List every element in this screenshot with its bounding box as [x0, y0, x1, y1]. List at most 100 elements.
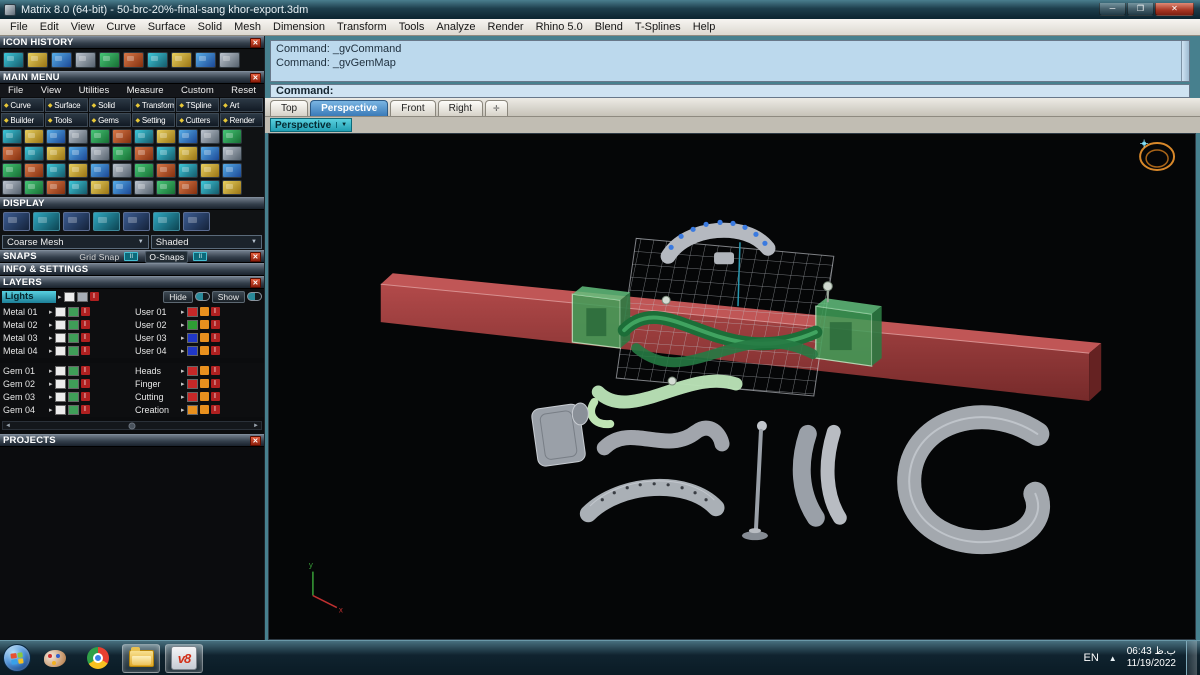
expand-arrow-icon[interactable]: ▸ [49, 406, 53, 414]
toolbar-icon[interactable] [68, 146, 88, 161]
toolbar-icon[interactable] [156, 180, 176, 195]
layer-color-swatch[interactable] [186, 319, 198, 330]
toolbar-icon[interactable] [24, 129, 44, 144]
toolbar-icon[interactable] [24, 146, 44, 161]
taskbar-matrix[interactable]: v8 [165, 643, 203, 673]
start-button[interactable] [3, 644, 31, 672]
layer-row[interactable]: User 04 ▸ I [132, 344, 264, 357]
toolbar-icon[interactable] [134, 146, 154, 161]
layer-material-swatch[interactable] [67, 345, 79, 356]
back-arrow-icon[interactable] [195, 52, 216, 68]
mm-curve[interactable]: ◆ Curve [1, 98, 44, 112]
layer-flag-badge[interactable] [199, 346, 209, 355]
layer-info-badge[interactable]: I [210, 366, 220, 375]
mesh-mode-select[interactable]: Coarse Mesh ▼ [2, 235, 149, 249]
layer-flag-badge[interactable] [199, 379, 209, 388]
menu-tools[interactable]: Tools [393, 21, 431, 33]
history-tool-icon[interactable] [27, 52, 48, 68]
layer-material-swatch[interactable] [67, 319, 79, 330]
layer-info-badge[interactable]: I [80, 392, 90, 401]
command-input[interactable]: Command: [270, 84, 1190, 98]
expand-arrow-icon[interactable]: ▸ [49, 334, 53, 342]
layer-row[interactable]: Cutting ▸ I [132, 390, 264, 403]
toolbar-icon[interactable] [134, 180, 154, 195]
toolbar-icon[interactable] [90, 129, 110, 144]
expand-arrow-icon[interactable]: ▸ [181, 334, 185, 342]
layer-material-swatch[interactable] [76, 291, 88, 302]
expand-arrow-icon[interactable]: ▸ [49, 380, 53, 388]
mm-solid[interactable]: ◆ Solid [88, 98, 132, 112]
layer-color-swatch[interactable] [186, 345, 198, 356]
layer-material-swatch[interactable] [67, 391, 79, 402]
layer-flag-badge[interactable] [199, 392, 209, 401]
layer-material-swatch[interactable] [67, 332, 79, 343]
toolbar-icon[interactable] [134, 163, 154, 178]
layer-info-badge[interactable]: I [210, 333, 220, 342]
toolbar-icon[interactable] [90, 163, 110, 178]
mm-utilities[interactable]: Utilities [79, 85, 110, 96]
menu-blend[interactable]: Blend [589, 21, 629, 33]
menu-help[interactable]: Help [687, 21, 722, 33]
toolbar-icon[interactable] [2, 180, 22, 195]
language-indicator[interactable]: EN [1083, 652, 1098, 664]
scrollbar-thumb[interactable] [128, 422, 136, 429]
toolbar-icon[interactable] [156, 146, 176, 161]
mm-cutters[interactable]: ◆ Cutters [176, 113, 220, 127]
maximize-button[interactable]: ❐ [1127, 3, 1154, 16]
display-mode-icon[interactable] [3, 212, 30, 231]
toolbar-icon[interactable] [46, 129, 66, 144]
toolbar-icon[interactable] [222, 146, 242, 161]
layer-info-badge[interactable]: I [80, 333, 90, 342]
layer-row[interactable]: Gem 02 ▸ I [0, 377, 132, 390]
menu-view[interactable]: View [65, 21, 101, 33]
menu-transform[interactable]: Transform [331, 21, 393, 33]
toolbar-icon[interactable] [222, 180, 242, 195]
layer-material-swatch[interactable] [67, 306, 79, 317]
mm-view[interactable]: View [41, 85, 61, 96]
expand-arrow-icon[interactable]: ▸ [181, 321, 185, 329]
toolbar-icon[interactable] [134, 129, 154, 144]
grid-snap-toggle[interactable]: II [124, 252, 139, 261]
layer-color-swatch[interactable] [54, 404, 66, 415]
layer-info-badge[interactable]: I [89, 292, 99, 301]
show-button[interactable]: Show [211, 290, 245, 303]
menu-analyze[interactable]: Analyze [430, 21, 481, 33]
toolbar-icon[interactable] [200, 146, 220, 161]
mm-tspline[interactable]: ◆ TSpline [176, 98, 220, 112]
history-tool-icon[interactable] [171, 52, 192, 68]
shade-mode-select[interactable]: Shaded ▼ [150, 235, 262, 249]
layer-color-swatch[interactable] [186, 391, 198, 402]
layer-lights[interactable]: Lights [2, 290, 56, 303]
viewport-title-menu[interactable]: Perspective ▼ [270, 118, 353, 132]
icon-history-header[interactable]: ICON HISTORY ✕ [0, 36, 264, 49]
new-viewport-tab[interactable]: ✛ [484, 100, 508, 116]
layer-row[interactable]: Heads ▸ I [132, 364, 264, 377]
layer-color-swatch[interactable] [186, 306, 198, 317]
expand-arrow-icon[interactable]: ▸ [49, 367, 53, 375]
layer-row[interactable]: Gem 04 ▸ I [0, 403, 132, 416]
layer-color-swatch[interactable] [186, 365, 198, 376]
hide-button[interactable]: Hide [163, 290, 193, 303]
display-mode-icon[interactable] [33, 212, 60, 231]
tab-perspective[interactable]: Perspective [310, 100, 389, 116]
layer-material-swatch[interactable] [67, 404, 79, 415]
layer-color-swatch[interactable] [54, 378, 66, 389]
display-header[interactable]: DISPLAY [0, 197, 264, 210]
toolbar-icon[interactable] [200, 163, 220, 178]
toolbar-icon[interactable] [24, 163, 44, 178]
osnaps-toggle[interactable]: II [193, 252, 208, 261]
layer-row[interactable]: Metal 04 ▸ I [0, 344, 132, 357]
expand-arrow-icon[interactable]: ▸ [181, 367, 185, 375]
mm-tools[interactable]: ◆ Tools [44, 113, 88, 127]
toolbar-icon[interactable] [200, 129, 220, 144]
mm-reset[interactable]: Reset [231, 85, 256, 96]
layer-flag-badge[interactable] [199, 405, 209, 414]
mm-setting[interactable]: ◆ Setting [132, 113, 176, 127]
layer-flag-badge[interactable] [199, 366, 209, 375]
menu-edit[interactable]: Edit [34, 21, 65, 33]
layer-row[interactable]: Finger ▸ I [132, 377, 264, 390]
menu-curve[interactable]: Curve [100, 21, 141, 33]
layer-info-badge[interactable]: I [210, 320, 220, 329]
main-menu-header[interactable]: MAIN MENU ✕ [0, 71, 264, 84]
toolbar-icon[interactable] [112, 163, 132, 178]
